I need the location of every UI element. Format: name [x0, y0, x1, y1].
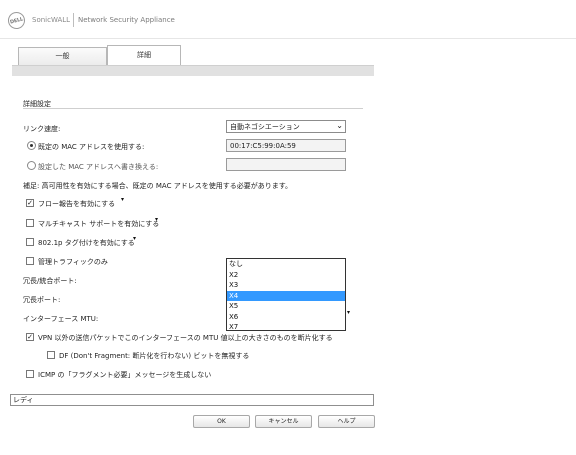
- pin-icon: ▾: [121, 196, 125, 203]
- redundant-port-label: 冗長ポート:: [23, 296, 61, 304]
- pin-icon: ▾: [347, 309, 351, 316]
- cancel-button[interactable]: キャンセル: [255, 415, 312, 428]
- pin-icon: ▾: [155, 216, 159, 223]
- section-divider: [23, 108, 363, 109]
- icmp-checkbox[interactable]: [26, 370, 34, 378]
- dropdown-option[interactable]: X2: [227, 270, 345, 281]
- icmp-label: ICMP の「フラグメント必要」メッセージを生成しない: [38, 371, 212, 379]
- pin-icon: ▾: [133, 235, 137, 242]
- tab-general[interactable]: 一般: [18, 47, 107, 65]
- override-mac-field[interactable]: [226, 158, 346, 171]
- override-mac-radio[interactable]: [27, 161, 36, 170]
- dropdown-option[interactable]: X5: [227, 301, 345, 312]
- dropdown-option[interactable]: なし: [227, 259, 345, 270]
- dropdown-option[interactable]: X7: [227, 322, 345, 330]
- mtu-label: インターフェース MTU:: [23, 315, 99, 323]
- dropdown-option-selected[interactable]: X4: [227, 290, 345, 301]
- flow-report-checkbox[interactable]: ✓: [26, 199, 34, 207]
- ha-note: 補足: 高可用性を有効にする場合、既定の MAC アドレスを使用する必要がありま…: [23, 182, 292, 190]
- redundant-agg-label: 冗長/統合ポート:: [23, 277, 77, 285]
- dot1p-checkbox[interactable]: [26, 238, 34, 246]
- dell-logo: DELL: [6, 10, 27, 31]
- port-dropdown-list[interactable]: なし X2 X3 X4 X5 X6 X7: [226, 258, 346, 331]
- link-speed-label: リンク速度:: [23, 125, 61, 133]
- default-mac-label: 既定の MAC アドレスを使用する:: [38, 143, 145, 151]
- chevron-down-icon: ⌄: [336, 121, 343, 130]
- multicast-label: マルチキャスト サポートを有効にする: [38, 220, 160, 228]
- tab-advanced[interactable]: 詳細: [107, 45, 181, 65]
- df-bit-label: DF (Don't Fragment: 断片化を行わない) ビットを無視する: [59, 352, 250, 360]
- flow-report-label: フロー報告を有効にする: [38, 200, 116, 208]
- ok-button[interactable]: OK: [193, 415, 250, 428]
- header-rule: [0, 38, 576, 39]
- mgmt-traffic-checkbox[interactable]: [26, 257, 34, 265]
- brand-name: SonicWALL: [32, 16, 71, 24]
- link-speed-select[interactable]: 自動ネゴシエーション ⌄: [226, 120, 346, 133]
- dropdown-option[interactable]: X6: [227, 312, 345, 323]
- vpn-fragment-label: VPN 以外の送信パケットでこのインターフェースの MTU 値以上の大きさのもの…: [38, 334, 333, 342]
- status-bar: レディ: [10, 394, 374, 406]
- help-button[interactable]: ヘルプ: [318, 415, 375, 428]
- multicast-checkbox[interactable]: [26, 219, 34, 227]
- product-name: Network Security Appliance: [78, 16, 175, 24]
- link-speed-value: 自動ネゴシエーション: [230, 123, 300, 131]
- default-mac-field: 00:17:C5:99:0A:59: [226, 139, 346, 152]
- mgmt-traffic-label: 管理トラフィックのみ: [38, 258, 108, 266]
- df-bit-checkbox[interactable]: [47, 351, 55, 359]
- default-mac-radio[interactable]: [27, 141, 36, 150]
- dropdown-option[interactable]: X3: [227, 280, 345, 291]
- header-divider: [73, 13, 74, 27]
- tab-bar: [12, 65, 374, 76]
- vpn-fragment-checkbox[interactable]: ✓: [26, 333, 34, 341]
- override-mac-label: 設定した MAC アドレスへ書き換える:: [38, 163, 159, 171]
- dot1p-label: 802.1p タグ付けを有効にする: [38, 239, 135, 247]
